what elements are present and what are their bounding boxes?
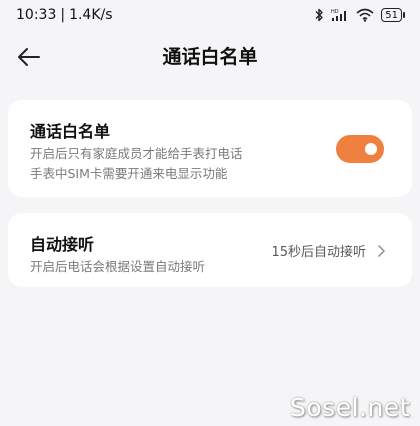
status-time: 10:33	[16, 7, 57, 23]
auto-answer-title: 自动接听	[30, 235, 95, 254]
whitelist-desc-line2: 手表中SIM卡需要开通来电显示功能	[30, 166, 228, 181]
hd-signal-icon: HD	[331, 9, 347, 21]
svg-text:HD: HD	[331, 9, 339, 15]
bluetooth-icon	[315, 8, 323, 22]
whitelist-title: 通话白名单	[30, 122, 111, 141]
auto-answer-desc: 开启后电话会根据设置自动接听	[30, 259, 206, 274]
battery-level: 51	[385, 9, 398, 21]
whitelist-card: 通话白名单 开启后只有家庭成员才能给手表打电话 手表中SIM卡需要开通来电显示功…	[8, 100, 412, 197]
wifi-icon	[356, 8, 374, 22]
whitelist-desc-line1: 开启后只有家庭成员才能给手表打电话	[30, 146, 243, 161]
auto-answer-card[interactable]: 自动接听 开启后电话会根据设置自动接听 15秒后自动接听	[8, 213, 412, 287]
auto-answer-value: 15秒后自动接听	[271, 245, 366, 260]
battery-icon: 51	[381, 8, 405, 22]
page-title: 通话白名单	[162, 46, 258, 68]
status-net-speed: 1.4K/s	[69, 7, 113, 23]
status-separator: |	[60, 7, 66, 23]
chevron-right-icon	[378, 245, 385, 257]
status-bar: 10:33 | 1.4K/s HD 51	[0, 0, 420, 30]
status-left: 10:33 | 1.4K/s	[16, 7, 113, 23]
status-right: HD 51	[314, 8, 405, 22]
header: 通话白名单	[0, 38, 420, 74]
whitelist-toggle[interactable]	[336, 135, 384, 163]
toggle-knob	[365, 143, 377, 155]
watermark: Sosel.net	[290, 393, 410, 422]
